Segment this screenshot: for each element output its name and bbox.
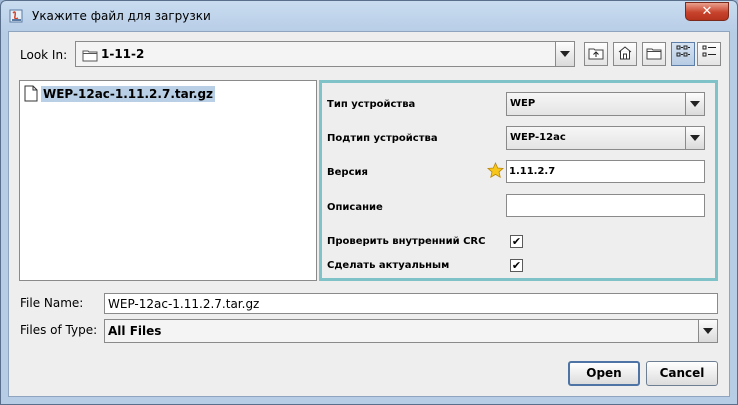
- device-type-dropdown-arrow[interactable]: [685, 93, 704, 115]
- close-icon: ✕: [701, 4, 713, 19]
- file-name: WEP-12ac-1.11.2.7.tar.gz: [41, 85, 216, 102]
- description-input[interactable]: [506, 194, 705, 217]
- upload-options-panel: Тип устройства WEP Подтип устройства WEP…: [319, 80, 718, 281]
- device-subtype-label: Подтип устройства: [327, 133, 438, 144]
- version-input[interactable]: 1.11.2.7: [506, 160, 705, 183]
- file-name-input[interactable]: WEP-12ac-1.11.2.7.tar.gz: [104, 293, 718, 314]
- cancel-button[interactable]: Cancel: [646, 361, 718, 386]
- window-title: Укажите файл для загрузки: [32, 9, 211, 23]
- list-item[interactable]: WEP-12ac-1.11.2.7.tar.gz: [24, 84, 216, 103]
- look-in-label: Look In:: [20, 48, 68, 62]
- look-in-combo[interactable]: 1-11-2: [75, 41, 575, 67]
- home-button[interactable]: [613, 42, 637, 66]
- device-subtype-value: WEP-12ac: [510, 132, 566, 143]
- check-crc-checkbox[interactable]: ✔: [510, 235, 523, 248]
- chevron-down-icon: [690, 101, 700, 107]
- chevron-down-icon: [703, 328, 713, 334]
- version-label: Версия: [327, 167, 368, 178]
- new-folder-button[interactable]: [642, 42, 666, 66]
- make-current-checkbox[interactable]: ✔: [510, 259, 523, 272]
- files-of-type-value: All Files: [108, 324, 162, 338]
- files-of-type-combo[interactable]: All Files: [104, 319, 718, 343]
- make-current-label: Сделать актуальным: [327, 260, 450, 271]
- up-one-level-icon: [588, 45, 604, 64]
- device-type-label: Тип устройства: [327, 99, 416, 110]
- version-value: 1.11.2.7: [509, 166, 556, 177]
- look-in-dropdown-arrow[interactable]: [555, 42, 574, 66]
- device-subtype-select[interactable]: WEP-12ac: [506, 126, 705, 150]
- check-crc-label: Проверить внутренний CRC: [327, 236, 486, 247]
- open-button[interactable]: Open: [568, 361, 640, 386]
- file-list[interactable]: WEP-12ac-1.11.2.7.tar.gz: [19, 80, 317, 281]
- device-subtype-dropdown-arrow[interactable]: [685, 127, 704, 149]
- look-in-value: 1-11-2: [101, 47, 145, 61]
- description-label: Описание: [327, 202, 383, 213]
- java-app-icon: [9, 8, 25, 24]
- files-of-type-label: Files of Type:: [20, 323, 98, 337]
- list-view-icon: [675, 44, 691, 64]
- files-of-type-dropdown-arrow[interactable]: [698, 320, 717, 342]
- device-type-value: WEP: [510, 98, 536, 109]
- up-one-level-button[interactable]: [584, 42, 608, 66]
- home-icon: [617, 45, 633, 64]
- details-view-button[interactable]: [697, 42, 721, 66]
- file-name-label: File Name:: [20, 296, 84, 310]
- device-type-select[interactable]: WEP: [506, 92, 705, 116]
- close-button[interactable]: ✕: [685, 2, 729, 21]
- star-icon: [487, 162, 504, 183]
- file-name-value: WEP-12ac-1.11.2.7.tar.gz: [108, 297, 260, 311]
- title-bar[interactable]: Укажите файл для загрузки ✕: [1, 1, 737, 31]
- file-icon: [24, 85, 38, 102]
- list-view-button[interactable]: [671, 42, 695, 66]
- details-view-icon: [701, 44, 717, 64]
- chevron-down-icon: [560, 51, 570, 57]
- folder-icon: [82, 47, 98, 66]
- chevron-down-icon: [690, 135, 700, 141]
- new-folder-icon: [646, 45, 662, 64]
